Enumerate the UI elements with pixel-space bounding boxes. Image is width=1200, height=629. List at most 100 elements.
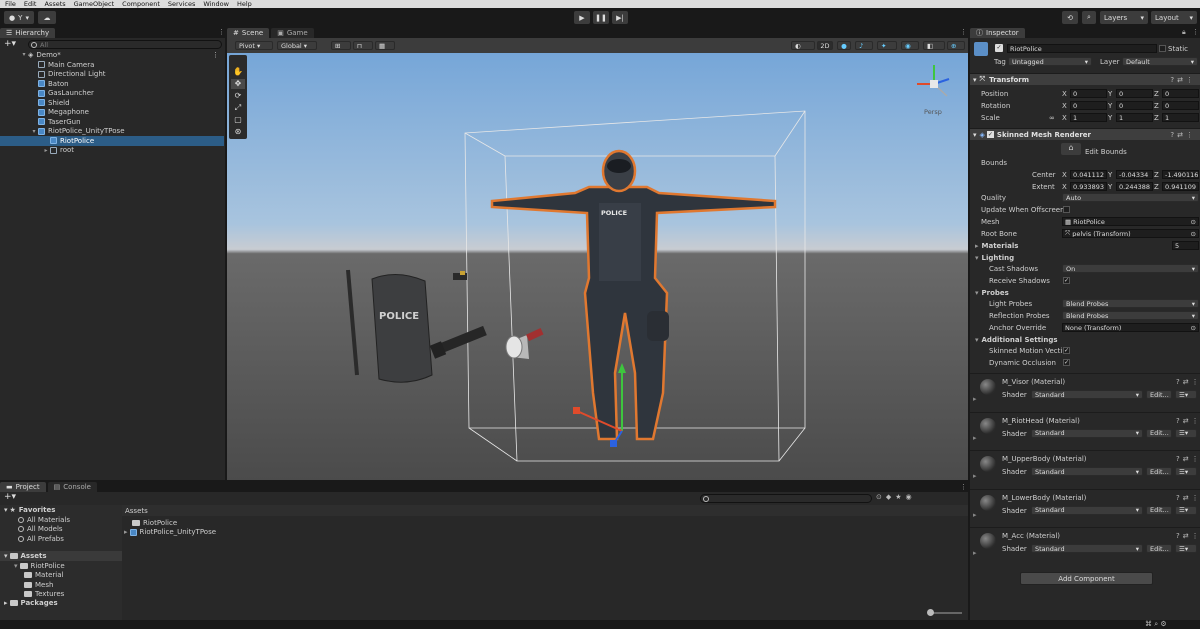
audio-toggle[interactable]: ♪	[855, 41, 873, 50]
shader-dropdown[interactable]: Standard ▾	[1031, 390, 1143, 399]
shader-dropdown[interactable]: Standard ▾	[1031, 467, 1143, 476]
hierarchy-row[interactable]: Megaphone	[0, 108, 224, 118]
hierarchy-row[interactable]: Shield	[0, 98, 224, 108]
materials-count-field[interactable]: 5	[1172, 241, 1199, 250]
mesh-field[interactable]: ▦ RiotPolice ⊙	[1062, 217, 1199, 226]
icon-size-slider-handle[interactable]	[927, 609, 934, 616]
component-menu-icons[interactable]: ?⇄⋮	[1176, 417, 1200, 425]
hierarchy-row[interactable]: Baton	[0, 79, 224, 89]
more-icon[interactable]: ⋮	[960, 28, 967, 36]
object-picker-icon[interactable]: ⊙	[1191, 324, 1196, 331]
component-menu-icons[interactable]: ?⇄⋮	[1176, 494, 1200, 502]
chevron-right-icon[interactable]: ▸	[973, 472, 977, 480]
dynamic-occlusion-checkbox[interactable]: ✓	[1063, 359, 1070, 366]
scene-row[interactable]: ▾ ◈ Demo* ⋮	[0, 50, 224, 60]
chevron-right-icon[interactable]: ▸	[973, 511, 977, 519]
motion-vectors-checkbox[interactable]: ✓	[1063, 347, 1070, 354]
hidden-toggle[interactable]: ◉	[901, 41, 919, 50]
shader-dropdown[interactable]: Standard ▾	[1031, 544, 1143, 553]
hierarchy-row[interactable]: RiotPolice	[0, 136, 224, 146]
menu-item-assets[interactable]: Assets	[44, 0, 65, 8]
shader-dropdown[interactable]: Standard ▾	[1031, 505, 1143, 515]
probes-row[interactable]: ▾ Probes	[975, 289, 1009, 297]
shader-edit-button[interactable]: Edit...	[1146, 428, 1172, 438]
hierarchy-row[interactable]: Directional Light	[0, 70, 224, 80]
orientation-gizmo[interactable]: Persp	[917, 65, 950, 116]
play-button[interactable]: ▶	[574, 11, 590, 24]
breadcrumb[interactable]: Assets	[125, 506, 148, 516]
static-checkbox[interactable]	[1159, 45, 1166, 52]
transform-scale-z-field[interactable]: 1	[1162, 113, 1199, 122]
tab-inspector[interactable]: ⓘ Inspector	[970, 28, 1025, 38]
component-menu-icons[interactable]: ?⇄⋮	[1170, 131, 1196, 139]
chevron-right-icon[interactable]: ▸	[973, 549, 977, 557]
bounds-extent-y-field[interactable]: 0.244388	[1116, 182, 1153, 191]
transform-rotation-x-field[interactable]: 0	[1070, 101, 1107, 110]
assets-row[interactable]: ▾ Assets	[0, 551, 122, 561]
component-menu-icons[interactable]: ?⇄⋮	[1170, 76, 1196, 84]
hand-tool-button[interactable]: ✋	[231, 67, 245, 77]
pause-button[interactable]: ❚❚	[593, 11, 609, 24]
menu-item-window[interactable]: Window	[203, 0, 229, 8]
hierarchy-row[interactable]: ▾ RiotPolice_UnityTPose	[0, 127, 224, 137]
bounds-extent-x-field[interactable]: 0.933893	[1070, 182, 1107, 191]
smr-header[interactable]: ▾ ◈ ✓ Skinned Mesh Renderer ?⇄⋮	[970, 128, 1200, 140]
transform-position-y-field[interactable]: 0	[1116, 89, 1153, 98]
active-checkbox[interactable]: ✓	[995, 44, 1003, 52]
chevron-right-icon[interactable]: ▸	[42, 147, 50, 154]
hierarchy-row[interactable]: TaserGun	[0, 117, 224, 127]
2d-toggle[interactable]: 2D	[817, 41, 833, 50]
shader-list-button[interactable]: ☰▾	[1175, 544, 1197, 553]
layer-dropdown[interactable]: Default ▾	[1122, 57, 1198, 66]
component-menu-icons[interactable]: ?⇄⋮	[1176, 378, 1200, 386]
additional-settings-row[interactable]: ▾ Additional Settings	[975, 336, 1058, 344]
pivot-dropdown[interactable]: Pivot ▾	[235, 41, 273, 50]
tab-console[interactable]: ▤ Console	[47, 482, 97, 492]
snap-toggle[interactable]: ⊓	[353, 41, 373, 50]
step-button[interactable]: ▶|	[612, 11, 628, 24]
hierarchy-search-input[interactable]: All	[28, 40, 222, 49]
grid-snap-button[interactable]: ⊞	[331, 41, 351, 50]
add-object-button[interactable]: +▾	[4, 39, 16, 49]
chevron-right-icon[interactable]: ▸	[973, 395, 977, 403]
shader-list-button[interactable]: ☰▾	[1175, 390, 1197, 399]
tab-game[interactable]: ▣ Game	[271, 28, 314, 38]
account-button[interactable]: ● Y ▾	[4, 11, 34, 24]
chevron-right-icon[interactable]: ▾	[30, 128, 38, 135]
bounds-extent-z-field[interactable]: 0.941109	[1162, 182, 1199, 191]
layout-dropdown[interactable]: Layout ▾	[1151, 11, 1197, 24]
menu-item-gameobject[interactable]: GameObject	[74, 0, 115, 8]
chevron-right-icon[interactable]: ▸	[973, 434, 977, 442]
menu-item-edit[interactable]: Edit	[24, 0, 37, 8]
more-icon[interactable]: ⋮	[1192, 28, 1199, 36]
breadcrumb-assets[interactable]: Assets	[125, 507, 148, 515]
move-tool-button[interactable]: ✥	[231, 79, 245, 89]
rect-tool-button[interactable]: ▢	[231, 115, 245, 125]
receive-shadows-checkbox[interactable]: ✓	[1063, 277, 1070, 284]
layers-dropdown[interactable]: Layers ▾	[1100, 11, 1148, 24]
project-file-item[interactable]: RiotPolice	[132, 518, 177, 528]
project-search-input[interactable]	[700, 494, 872, 503]
history-button[interactable]: ⟲	[1062, 11, 1078, 24]
shader-list-button[interactable]: ☰▾	[1175, 428, 1197, 438]
object-name-field[interactable]: RiotPolice	[1007, 44, 1157, 53]
project-file-item[interactable]: ▸ RiotPolice_UnityTPose	[124, 528, 216, 538]
shader-edit-button[interactable]: Edit...	[1146, 544, 1172, 553]
quality-dropdown[interactable]: Auto ▾	[1062, 193, 1199, 202]
link-icon[interactable]: ∞	[1049, 114, 1055, 122]
shader-dropdown[interactable]: Standard ▾	[1031, 428, 1143, 438]
lighting-row[interactable]: ▾ Lighting	[975, 254, 1014, 262]
hierarchy-row[interactable]: Main Camera	[0, 60, 224, 70]
menu-item-file[interactable]: File	[5, 0, 16, 8]
more-icon[interactable]: ⋮	[218, 28, 225, 36]
status-icons[interactable]: ⌘ ⌕ ⚙	[1145, 620, 1167, 629]
gizmos-dropdown[interactable]: ⊕	[947, 41, 965, 50]
smr-enabled-checkbox[interactable]: ✓	[986, 131, 994, 138]
add-component-button[interactable]: Add Component	[1020, 572, 1153, 585]
edit-bounds-button[interactable]: ⌂	[1061, 143, 1081, 155]
transform-rotation-z-field[interactable]: 0	[1162, 101, 1199, 110]
scale-tool-button[interactable]: ⤢	[231, 103, 245, 113]
reflection-probes-dropdown[interactable]: Blend Probes ▾	[1062, 311, 1199, 320]
search-button[interactable]: ⌕	[1082, 11, 1096, 24]
bounds-center-z-field[interactable]: -1.490116	[1162, 170, 1199, 179]
